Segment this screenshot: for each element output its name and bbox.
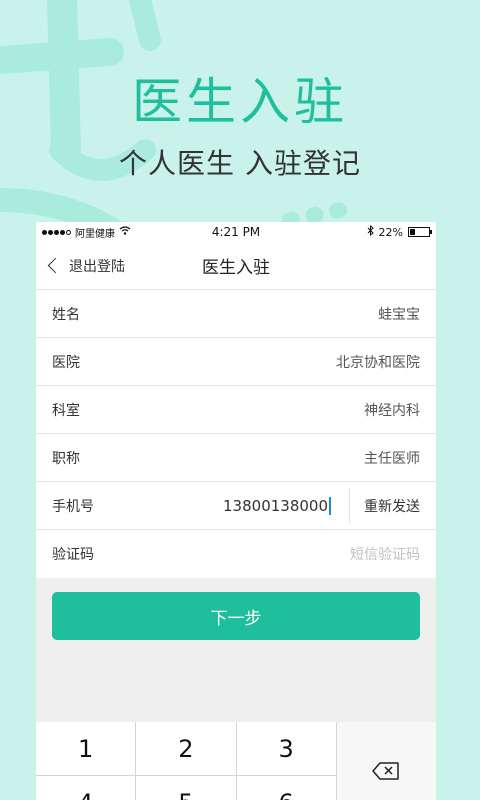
code-input[interactable]: 短信验证码: [350, 544, 420, 564]
hospital-value: 北京协和医院: [336, 354, 420, 371]
divider: [349, 487, 350, 524]
registration-form: 姓名 蛙宝宝 医院 北京协和医院 科室 神经内科 职称 主任医师 手机号 138…: [36, 290, 436, 578]
key-1[interactable]: 1: [36, 722, 136, 775]
hero-subtitle: 个人医生 入驻登记: [119, 147, 361, 180]
title-value: 主任医师: [364, 450, 420, 467]
text-caret: [329, 496, 331, 515]
key-6[interactable]: 6: [236, 776, 336, 800]
title-field[interactable]: 职称 主任医师: [36, 434, 436, 482]
back-button[interactable]: 退出登陆: [36, 256, 125, 276]
numeric-keypad: 1 2 3 4 5 6: [36, 722, 436, 800]
nav-bar: 退出登陆 医生入驻: [36, 242, 436, 290]
phone-screen: 阿里健康 4:21 PM 22% 退出登陆 医生入驻 姓名 蛙宝宝 医院 北京协…: [36, 222, 436, 800]
name-field[interactable]: 姓名 蛙宝宝: [36, 290, 436, 338]
department-field[interactable]: 科室 神经内科: [36, 386, 436, 434]
status-bar: 阿里健康 4:21 PM 22%: [36, 222, 436, 242]
key-5[interactable]: 5: [136, 776, 236, 800]
code-label: 验证码: [52, 547, 94, 563]
code-field[interactable]: 验证码 短信验证码: [36, 530, 436, 578]
name-value: 蛙宝宝: [378, 306, 420, 323]
hospital-label: 医院: [52, 354, 80, 371]
resend-button[interactable]: 重新发送: [364, 496, 420, 516]
hero-title: 医生入驻: [132, 73, 348, 131]
next-step-button[interactable]: 下一步: [52, 592, 420, 640]
hospital-field[interactable]: 医院 北京协和医院: [36, 338, 436, 386]
chevron-left-icon: [47, 257, 64, 274]
department-value: 神经内科: [364, 402, 420, 419]
delete-key[interactable]: [336, 722, 436, 800]
title-label: 职称: [52, 450, 80, 467]
phone-field[interactable]: 手机号 13800138000 重新发送: [36, 482, 436, 530]
name-label: 姓名: [52, 306, 80, 323]
phone-value: 13800138000: [223, 496, 328, 515]
key-3[interactable]: 3: [236, 722, 336, 775]
key-4[interactable]: 4: [36, 776, 136, 800]
phone-input[interactable]: 13800138000: [223, 496, 331, 515]
department-label: 科室: [52, 402, 80, 419]
back-label: 退出登陆: [69, 258, 125, 275]
key-2[interactable]: 2: [136, 722, 236, 775]
phone-label: 手机号: [52, 498, 94, 515]
battery-icon: [408, 227, 432, 237]
backspace-icon: [372, 762, 400, 780]
status-time: 4:21 PM: [211, 225, 261, 239]
